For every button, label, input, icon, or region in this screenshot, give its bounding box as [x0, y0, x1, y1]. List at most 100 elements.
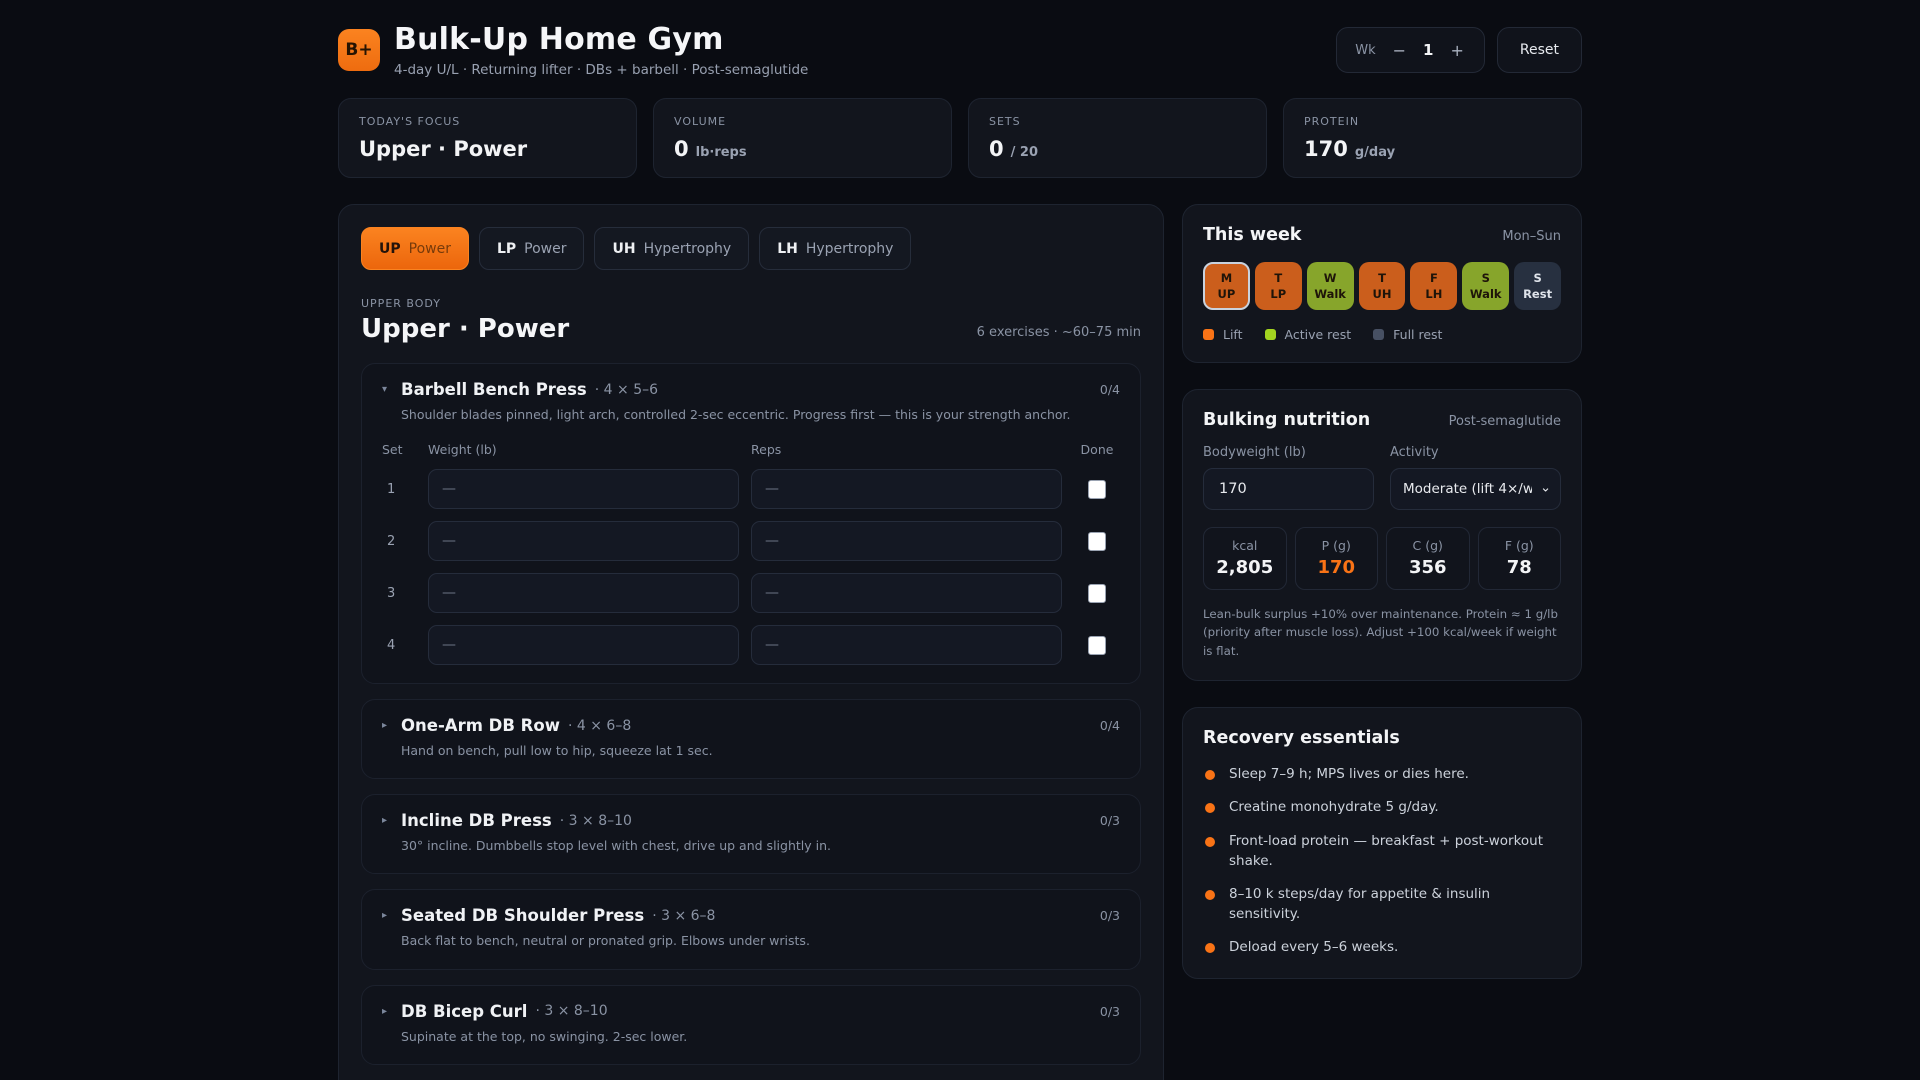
stat-value-row: Upper · Power [359, 137, 616, 161]
exercise-header[interactable]: ▸ Seated DB Shoulder Press · 3 × 6–8 0/3 [382, 906, 1120, 925]
week-panel-title: This week [1203, 225, 1302, 245]
reps-input[interactable] [751, 625, 1062, 666]
done-checkbox[interactable] [1088, 635, 1106, 655]
reps-input[interactable] [751, 469, 1062, 510]
section-head: UPPER BODY Upper · Power 6 exercises · ~… [361, 297, 1141, 344]
stat-label: TODAY'S FOCUS [359, 115, 461, 128]
done-checkbox[interactable] [1088, 583, 1106, 603]
day-letter: S [1533, 271, 1542, 285]
day-letter: S [1481, 271, 1490, 285]
macro-card: C (g) 356 [1386, 527, 1470, 590]
exercise-note: 30° incline. Dumbbells stop level with c… [401, 838, 831, 854]
set-number: 1 [387, 481, 396, 497]
recovery-list: Sleep 7–9 h; MPS lives or dies here. Crea… [1203, 765, 1561, 958]
exercise-scheme: · 4 × 5–6 [594, 381, 659, 398]
legend-item: Lift [1203, 327, 1243, 342]
exercise-header[interactable]: ▸ DB Bicep Curl · 3 × 8–10 0/3 [382, 1002, 1120, 1021]
stat-card: VOLUME 0 lb·reps [653, 98, 952, 178]
day-letter: T [1274, 271, 1283, 285]
activity-select[interactable]: Moderate (lift 4×/wk) [1390, 468, 1561, 510]
exercise-scheme: · 3 × 6–8 [652, 907, 716, 924]
recovery-panel-title: Recovery essentials [1203, 727, 1400, 748]
stat-value-row: 170 g/day [1304, 137, 1561, 161]
week-label: Wk [1355, 42, 1376, 58]
exercise-list: ▾ Barbell Bench Press · 4 × 5–6 0/4 Shoulder… [361, 363, 1141, 1080]
day-tile-uh: T UH [1358, 262, 1406, 310]
set-number: 4 [387, 637, 396, 653]
main-area: UP Power LP Power UH Hypertrophy LH Hypertrophy… [338, 204, 1582, 1080]
tab-label: Hypertrophy [805, 240, 894, 257]
activity-label: Activity [1390, 445, 1439, 460]
set-row: 4 [382, 625, 1120, 666]
expand-arrow-icon: ▸ [382, 720, 388, 732]
app-header: B+ Bulk-Up Home Gym 4-day U/L · Returnin… [338, 22, 1582, 78]
exercise-card: ▸ Seated DB Shoulder Press · 3 × 6–8 0/3 Bac… [361, 889, 1141, 970]
exercise-name: Seated DB Shoulder Press [401, 906, 645, 926]
recovery-text: Creatine monohydrate 5 g/day. [1229, 799, 1439, 816]
tab-lp[interactable]: LP Power [478, 227, 585, 270]
reps-input[interactable] [751, 573, 1062, 614]
week-legend: Lift Active rest Full rest [1203, 327, 1561, 342]
exercise-header[interactable]: ▸ Incline DB Press · 3 × 8–10 0/3 [382, 811, 1120, 830]
stat-value: Upper · Power [359, 137, 528, 161]
day-tile-walk: W Walk [1306, 262, 1354, 310]
bodyweight-input[interactable] [1203, 468, 1374, 510]
week-increment-button[interactable]: + [1448, 41, 1465, 60]
macro-value: 356 [1408, 557, 1447, 578]
header-controls: Wk − 1 + Reset [1336, 27, 1582, 73]
set-number: 3 [387, 585, 396, 601]
expand-arrow-icon: ▸ [382, 910, 388, 922]
tab-uh[interactable]: UH Hypertrophy [594, 227, 750, 270]
workout-panel: UP Power LP Power UH Hypertrophy LH Hypertrophy… [338, 204, 1164, 1080]
bullet-dot-icon [1205, 890, 1215, 901]
tab-abbr: LH [777, 240, 798, 257]
day-tag: LP [1270, 287, 1287, 301]
exercise-header[interactable]: ▾ Barbell Bench Press · 4 × 5–6 0/4 [382, 380, 1120, 399]
weight-input[interactable] [428, 521, 739, 562]
tab-abbr: LP [496, 240, 517, 257]
app-logo-icon: B+ [338, 29, 380, 71]
exercise-name: DB Bicep Curl [401, 1001, 528, 1021]
day-tag: Rest [1523, 287, 1553, 301]
day-tile-walk: S Walk [1462, 262, 1510, 310]
day-tag: LH [1425, 287, 1443, 301]
exercise-card: ▸ Incline DB Press · 3 × 8–10 0/3 30° inclin… [361, 794, 1141, 875]
tab-lh[interactable]: LH Hypertrophy [759, 227, 912, 270]
macro-card: kcal 2,805 [1203, 527, 1287, 590]
macro-card: F (g) 78 [1477, 527, 1561, 590]
stat-unit: lb·reps [695, 145, 747, 160]
reset-button[interactable]: Reset [1496, 27, 1582, 73]
weight-input[interactable] [428, 573, 739, 614]
reps-input[interactable] [751, 521, 1062, 562]
list-item: Front-load protein — breakfast + post-wo… [1203, 832, 1561, 871]
macro-cards: kcal 2,805 P (g) 170 C (g) 356 F (g) 78 [1203, 527, 1561, 590]
day-tag: Walk [1314, 287, 1346, 301]
week-decrement-button[interactable]: − [1391, 41, 1408, 60]
done-checkbox[interactable] [1088, 531, 1106, 551]
stat-card: SETS 0 / 20 [968, 98, 1267, 178]
exercise-progress: 0/4 [1099, 718, 1120, 734]
nutrition-panel-tag: Post-semaglutide [1448, 414, 1561, 429]
done-checkbox[interactable] [1088, 479, 1106, 499]
weight-input[interactable] [428, 469, 739, 510]
week-day-tiles: M UP T LP W Walk T UH F LH S Walk S Rest [1203, 262, 1562, 310]
list-item: Creatine monohydrate 5 g/day. [1203, 798, 1561, 818]
exercise-header[interactable]: ▸ One-Arm DB Row · 4 × 6–8 0/4 [382, 716, 1120, 735]
weight-input[interactable] [428, 625, 739, 666]
stat-value-row: 0 lb·reps [674, 137, 931, 161]
macro-label: P (g) [1321, 538, 1351, 553]
nutrition-panel: Bulking nutrition Post-semaglutide Bodyw… [1182, 389, 1582, 681]
list-item: Sleep 7–9 h; MPS lives or dies here. [1203, 765, 1561, 785]
legend-label: Active rest [1284, 327, 1352, 342]
day-letter: M [1220, 271, 1233, 285]
section-meta: 6 exercises · ~60–75 min [976, 325, 1141, 340]
tab-up[interactable]: UP Power [361, 227, 469, 270]
collapse-arrow-icon: ▾ [382, 384, 388, 395]
stat-value: 0 [674, 137, 689, 161]
week-stepper: Wk − 1 + [1336, 27, 1485, 73]
app-subtitle: 4-day U/L · Returning lifter · DBs + bar… [394, 62, 809, 78]
bodyweight-label: Bodyweight (lb) [1203, 445, 1306, 460]
set-row: 1 [382, 469, 1120, 510]
bullet-dot-icon [1205, 769, 1215, 780]
legend-swatch-icon [1373, 329, 1385, 340]
